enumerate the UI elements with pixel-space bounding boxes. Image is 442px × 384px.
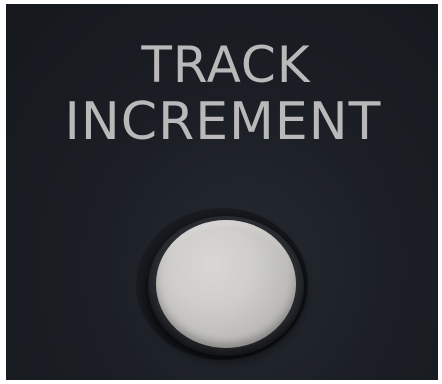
label-increment: INCREMENT bbox=[64, 92, 382, 152]
track-increment-button[interactable] bbox=[156, 220, 296, 348]
control-panel: TRACK INCREMENT bbox=[6, 4, 438, 380]
label-track: TRACK bbox=[141, 36, 311, 94]
